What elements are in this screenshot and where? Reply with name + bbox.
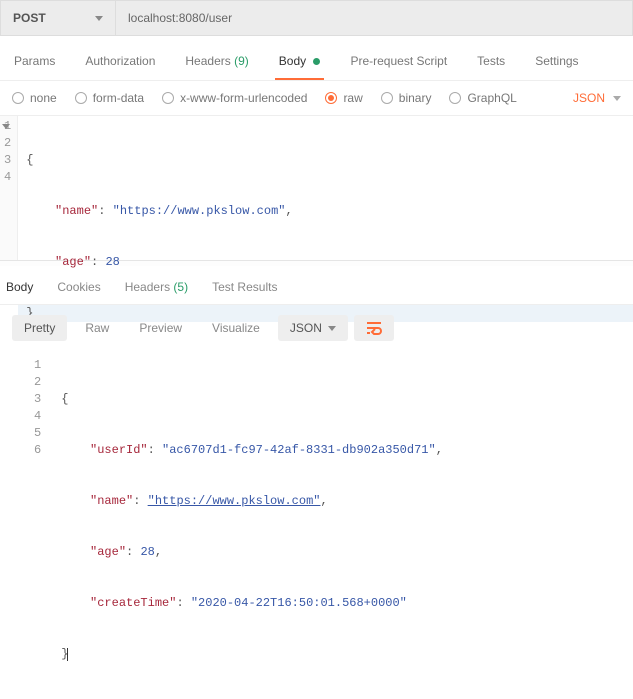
response-format-select[interactable]: JSON bbox=[278, 315, 348, 341]
url-input[interactable]: localhost:8080/user bbox=[116, 1, 632, 35]
chevron-down-icon bbox=[613, 96, 621, 101]
tab-headers[interactable]: Headers (9) bbox=[181, 54, 252, 80]
request-bar: POST localhost:8080/user bbox=[0, 0, 633, 36]
body-type-form-data[interactable]: form-data bbox=[75, 91, 144, 105]
active-dot-icon bbox=[313, 58, 320, 65]
body-format-value: JSON bbox=[573, 91, 605, 105]
response-body-editor[interactable]: 1 2 3 4 5 6 { "userId": "ac6707d1-fc97-4… bbox=[0, 355, 633, 699]
view-raw-button[interactable]: Raw bbox=[73, 315, 121, 341]
resp-tab-body[interactable]: Body bbox=[4, 280, 35, 304]
method-value: POST bbox=[13, 11, 46, 25]
tab-body-label: Body bbox=[279, 54, 306, 68]
tab-headers-label: Headers bbox=[185, 54, 230, 68]
tab-tests[interactable]: Tests bbox=[473, 54, 509, 80]
body-format-select[interactable]: JSON bbox=[573, 91, 621, 105]
response-gutter: 1 2 3 4 5 6 bbox=[0, 355, 57, 699]
view-visualize-button[interactable]: Visualize bbox=[200, 315, 272, 341]
tab-authorization[interactable]: Authorization bbox=[81, 54, 159, 80]
method-select[interactable]: POST bbox=[1, 1, 116, 35]
view-preview-button[interactable]: Preview bbox=[127, 315, 194, 341]
resp-tab-test-results[interactable]: Test Results bbox=[210, 280, 279, 304]
tab-params[interactable]: Params bbox=[10, 54, 59, 80]
body-type-none[interactable]: none bbox=[12, 91, 57, 105]
request-tabs: Params Authorization Headers (9) Body Pr… bbox=[0, 36, 633, 81]
tab-headers-count: (9) bbox=[234, 54, 249, 68]
tab-body[interactable]: Body bbox=[275, 54, 325, 80]
wrap-lines-button[interactable] bbox=[354, 315, 394, 341]
chevron-down-icon bbox=[328, 326, 336, 331]
text-cursor bbox=[67, 648, 68, 661]
tab-settings[interactable]: Settings bbox=[531, 54, 582, 80]
body-type-row: none form-data x-www-form-urlencoded raw… bbox=[0, 81, 633, 116]
request-code: { "name": "https://www.pkslow.com", "age… bbox=[18, 116, 633, 260]
request-gutter: 1 2 3 4 bbox=[0, 116, 18, 260]
url-value: localhost:8080/user bbox=[128, 11, 232, 25]
resp-tab-headers[interactable]: Headers (5) bbox=[123, 280, 190, 304]
request-body-editor[interactable]: 1 2 3 4 { "name": "https://www.pkslow.co… bbox=[0, 116, 633, 260]
resp-tab-cookies[interactable]: Cookies bbox=[55, 280, 102, 304]
chevron-down-icon bbox=[95, 16, 103, 21]
body-type-binary[interactable]: binary bbox=[381, 91, 432, 105]
body-type-raw[interactable]: raw bbox=[325, 91, 362, 105]
wrap-lines-icon bbox=[366, 321, 382, 335]
tab-prerequest[interactable]: Pre-request Script bbox=[346, 54, 451, 80]
view-pretty-button[interactable]: Pretty bbox=[12, 315, 67, 341]
body-type-graphql[interactable]: GraphQL bbox=[449, 91, 516, 105]
body-type-urlencoded[interactable]: x-www-form-urlencoded bbox=[162, 91, 307, 105]
response-code: { "userId": "ac6707d1-fc97-42af-8331-db9… bbox=[57, 355, 633, 699]
